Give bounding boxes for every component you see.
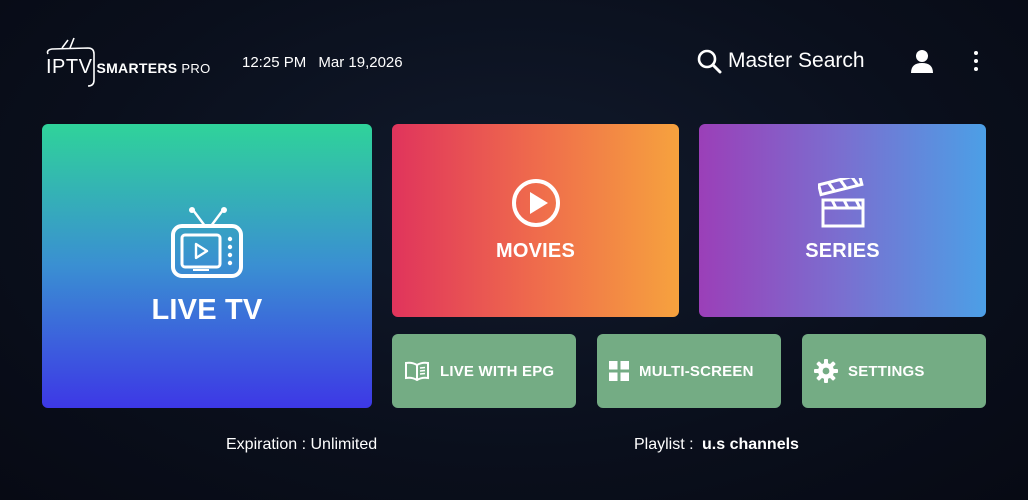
expiration-value: Unlimited (310, 436, 378, 453)
master-search-button[interactable]: Master Search (696, 46, 865, 76)
user-button[interactable] (909, 48, 935, 74)
movies-tile[interactable]: MOVIES (392, 124, 679, 317)
series-label: SERIES (805, 240, 880, 262)
playlist-value: u.s channels (702, 436, 799, 453)
current-time: 12:25 PM (242, 54, 307, 71)
home-screen: IPTV SMARTERS PRO 12:25 PM Mar 19,2026 M… (0, 0, 1028, 500)
series-tile[interactable]: SERIES (699, 124, 986, 317)
grid-icon (609, 361, 629, 381)
settings-label: SETTINGS (848, 362, 925, 380)
logo-smarters-text: SMARTERS (96, 60, 178, 76)
master-search-label: Master Search (728, 49, 865, 72)
playlist-info: Playlist : u.s channels (634, 436, 799, 454)
logo-iptv-text: IPTV (46, 56, 93, 78)
expiration-label: Expiration : (226, 436, 311, 453)
user-icon (911, 50, 933, 73)
play-circle-icon (511, 179, 560, 227)
clock: 12:25 PM Mar 19,2026 (242, 54, 403, 71)
book-icon (405, 361, 429, 381)
gear-icon (814, 359, 838, 383)
tv-icon (171, 206, 243, 278)
movies-label: MOVIES (496, 240, 575, 262)
more-vertical-icon (974, 51, 978, 71)
app-logo: IPTV SMARTERS PRO (44, 34, 224, 90)
expiration-info: Expiration : Unlimited (226, 436, 377, 454)
live-with-epg-tile[interactable]: LIVE WITH EPG (392, 334, 576, 408)
more-options-button[interactable] (966, 50, 986, 72)
clapperboard-icon (817, 178, 864, 228)
playlist-label: Playlist : (634, 436, 699, 453)
live-tv-tile[interactable]: LIVE TV (42, 124, 372, 408)
live-with-epg-label: LIVE WITH EPG (440, 362, 555, 380)
multi-screen-label: MULTI-SCREEN (639, 362, 754, 380)
logo-pro-text: PRO (181, 61, 211, 76)
multi-screen-tile[interactable]: MULTI-SCREEN (597, 334, 781, 408)
current-date: Mar 19,2026 (318, 54, 403, 71)
search-icon (697, 49, 722, 74)
live-tv-label: LIVE TV (151, 293, 263, 326)
settings-tile[interactable]: SETTINGS (802, 334, 986, 408)
